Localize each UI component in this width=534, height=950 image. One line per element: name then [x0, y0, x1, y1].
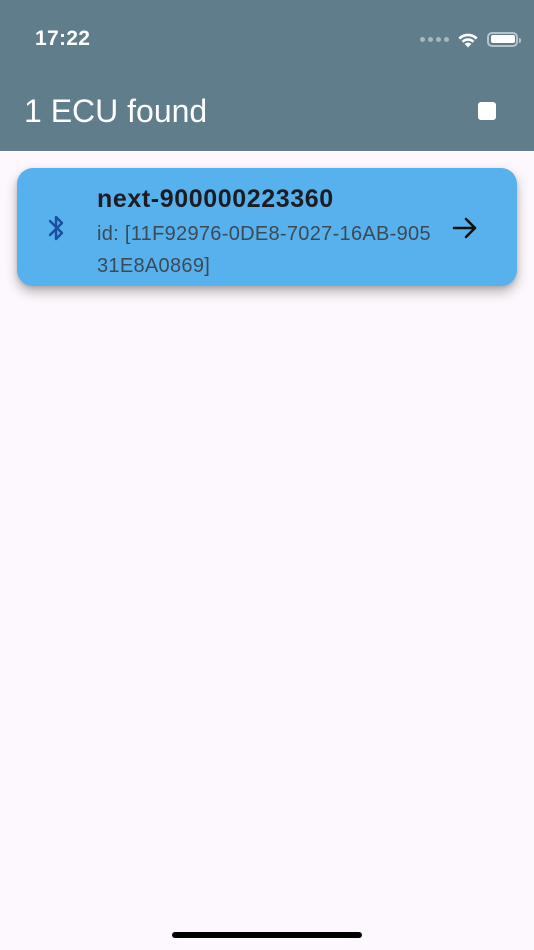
status-time: 17:22 [35, 27, 91, 50]
app-bar: 17:22 1 ECU found [0, 0, 534, 151]
battery-icon [487, 31, 521, 47]
bluetooth-icon [48, 215, 64, 241]
page-title: 1 ECU found [24, 93, 208, 129]
device-list-item[interactable]: next-900000223360 id: [11F92976-0DE8-702… [17, 168, 517, 286]
stop-scan-button[interactable] [466, 90, 508, 132]
arrow-right-icon[interactable] [449, 212, 481, 244]
stop-icon [478, 102, 496, 120]
screen: 17:22 1 ECU found next-900000223360 id: … [0, 0, 534, 950]
cellular-signal-icon [420, 36, 449, 42]
status-icons [420, 28, 521, 50]
device-name: next-900000223360 [97, 185, 334, 213]
home-indicator[interactable] [172, 932, 362, 938]
device-id: id: [11F92976-0DE8-7027-16AB-90531E8A086… [97, 223, 431, 277]
wifi-icon [458, 33, 478, 47]
